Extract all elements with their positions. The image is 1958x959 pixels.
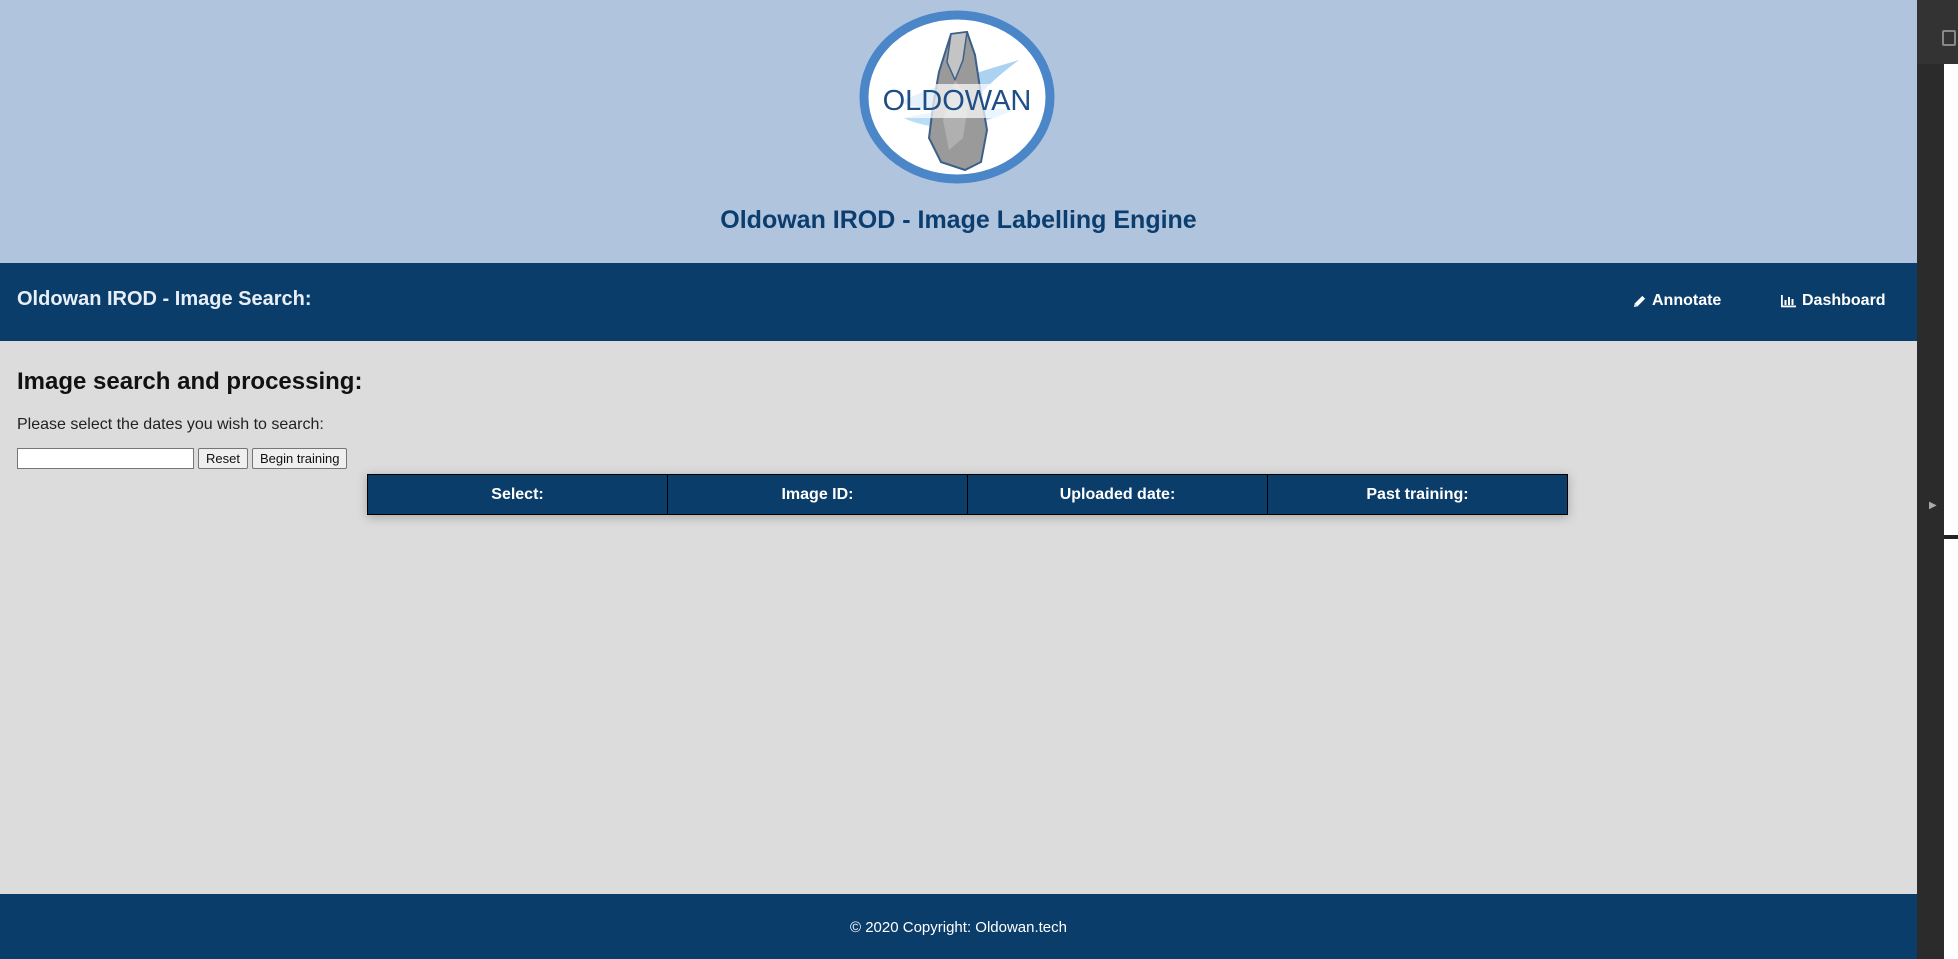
annotate-label: Annotate — [1652, 292, 1722, 309]
navbar: Oldowan IROD - Image Search: Annotate Da… — [0, 263, 1917, 341]
column-header-image-id[interactable]: Image ID: — [667, 474, 968, 515]
results-header-row: Select: Image ID: Uploaded date: Past tr… — [367, 474, 1568, 515]
header-banner: OLDOWAN Oldowan IROD - Image Labelling E… — [0, 0, 1917, 263]
search-controls: Reset Begin training — [17, 448, 348, 470]
dashboard-label: Dashboard — [1802, 292, 1886, 309]
devtools-divider — [1944, 535, 1958, 539]
begin-training-button[interactable]: Begin training — [251, 448, 348, 469]
oldowan-logo: OLDOWAN — [859, 10, 1055, 184]
reset-button[interactable]: Reset — [198, 448, 248, 469]
nav-title: Oldowan IROD - Image Search: — [17, 288, 312, 310]
pencil-icon — [1633, 295, 1646, 307]
copyright-text: © 2020 Copyright: Oldowan.tech — [849, 919, 1067, 936]
site-title: Oldowan IROD - Image Labelling Engine — [720, 206, 1197, 234]
date-range-input[interactable] — [17, 448, 194, 469]
date-search-hint: Please select the dates you wish to sear… — [17, 416, 324, 433]
dashboard-link[interactable]: Dashboard — [1780, 292, 1886, 310]
results-table: Select: Image ID: Uploaded date: Past tr… — [367, 474, 1568, 515]
annotate-link[interactable]: Annotate — [1632, 292, 1721, 310]
expand-arrow-icon[interactable]: ▶ — [1929, 500, 1937, 511]
column-header-uploaded-date[interactable]: Uploaded date: — [967, 474, 1268, 515]
column-header-past-training[interactable]: Past training: — [1267, 474, 1568, 515]
logo-text: OLDOWAN — [883, 85, 1032, 117]
devtools-panel: ▶ — [1917, 0, 1958, 959]
devtools-pane[interactable] — [1944, 64, 1958, 959]
footer: © 2020 Copyright: Oldowan.tech — [0, 894, 1917, 959]
column-header-select[interactable]: Select: — [367, 474, 668, 515]
page-heading: Image search and processing: — [17, 368, 363, 395]
page: OLDOWAN Oldowan IROD - Image Labelling E… — [0, 0, 1917, 959]
save-icon[interactable] — [1942, 30, 1956, 46]
bar-chart-icon — [1781, 295, 1796, 308]
